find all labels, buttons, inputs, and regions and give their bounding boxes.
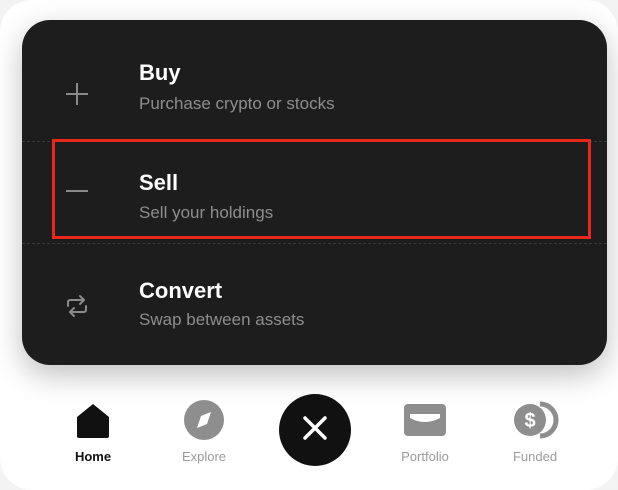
tab-label: Funded <box>512 449 558 464</box>
menu-item-convert[interactable]: Convert Swap between assets <box>22 252 607 359</box>
tab-funded[interactable]: $ Funded <box>495 395 575 464</box>
minus-icon <box>62 176 92 206</box>
close-icon <box>300 413 330 448</box>
tab-label: Home <box>74 449 112 464</box>
swap-arrows-icon <box>62 291 92 321</box>
wallet-icon <box>400 395 450 445</box>
action-sheet: Buy Purchase crypto or stocks Sell Sell … <box>22 20 607 365</box>
menu-item-title: Convert <box>139 278 223 303</box>
plus-icon <box>62 79 92 109</box>
tab-explore[interactable]: Explore <box>164 395 244 464</box>
home-icon <box>68 395 118 445</box>
compass-icon <box>179 395 229 445</box>
menu-item-subtitle: Sell your holdings <box>139 203 274 222</box>
svg-text:$: $ <box>524 410 535 432</box>
menu-item-subtitle: Swap between assets <box>139 310 305 329</box>
menu-item-subtitle: Purchase crypto or stocks <box>139 94 335 113</box>
close-button[interactable] <box>279 394 351 466</box>
menu-item-title: Buy <box>139 60 181 85</box>
tab-label: Explore <box>181 449 227 464</box>
tab-home[interactable]: Home <box>53 395 133 464</box>
menu-item-title: Sell <box>139 170 179 195</box>
app-screen: Buy Purchase crypto or stocks Sell Sell … <box>0 0 618 490</box>
tab-label: Portfolio <box>401 449 449 464</box>
menu-item-sell[interactable]: Sell Sell your holdings <box>22 140 607 242</box>
tab-portfolio[interactable]: Portfolio <box>385 395 465 464</box>
coins-icon: $ <box>510 395 560 445</box>
divider <box>22 243 607 244</box>
menu-item-buy[interactable]: Buy Purchase crypto or stocks <box>22 40 607 147</box>
